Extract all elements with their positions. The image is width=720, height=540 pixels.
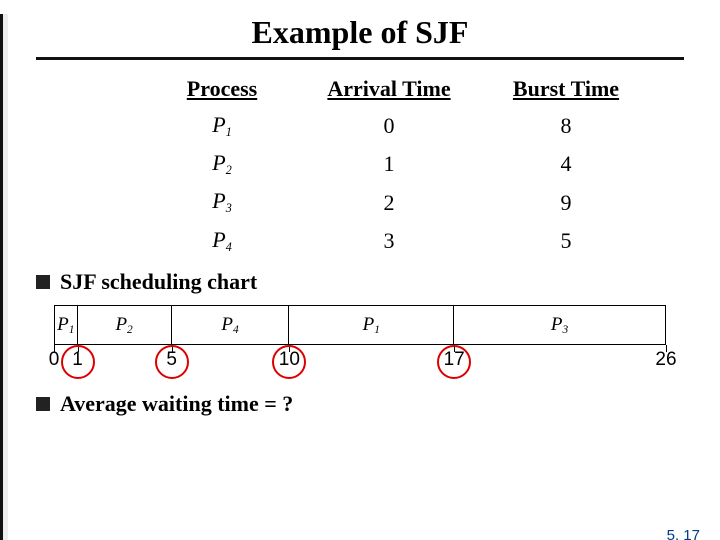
process-sub: 1: [226, 125, 232, 139]
gantt-segment-label: P4: [221, 314, 238, 336]
sidebar-stripe: [0, 14, 8, 540]
process-base: P: [212, 227, 225, 252]
process-sub: 4: [226, 240, 232, 254]
gantt-tick-label: 26: [655, 349, 676, 371]
table-row: P1 0 8: [152, 108, 646, 144]
gantt-tick-label: 0: [49, 349, 60, 371]
table-header-row: Process Arrival Time Burst Time: [152, 72, 646, 106]
bullet-text: Average waiting time = ?: [60, 391, 293, 417]
table-row: P4 3 5: [152, 223, 646, 259]
bullet-text: SJF scheduling chart: [60, 269, 257, 295]
cell-burst: 5: [486, 223, 646, 259]
gantt-segment-label: P1: [57, 314, 74, 336]
process-table: Process Arrival Time Burst Time P1 0 8 P…: [150, 70, 648, 261]
page-number: 5. 17: [667, 527, 700, 540]
cell-arrival: 1: [294, 146, 484, 182]
bullet-square-icon: [36, 397, 50, 411]
col-arrival: Arrival Time: [294, 72, 484, 106]
bullet-square-icon: [36, 275, 50, 289]
gantt-tick-label: 1: [72, 349, 83, 371]
cell-arrival: 3: [294, 223, 484, 259]
bullet-avg-waiting: Average waiting time = ?: [36, 391, 720, 417]
bullet-scheduling-chart: SJF scheduling chart: [36, 269, 720, 295]
gantt-segment-label: P1: [363, 314, 380, 336]
cell-burst: 8: [486, 108, 646, 144]
process-base: P: [212, 112, 225, 137]
col-process: Process: [152, 72, 292, 106]
table-row: P2 1 4: [152, 146, 646, 182]
gantt-segment: P1: [289, 305, 454, 345]
cell-process: P2: [152, 146, 292, 182]
cell-arrival: 0: [294, 108, 484, 144]
table-row: P3 2 9: [152, 184, 646, 220]
col-burst: Burst Time: [486, 72, 646, 106]
gantt-tick-label: 5: [166, 349, 177, 371]
cell-process: P1: [152, 108, 292, 144]
process-sub: 3: [226, 202, 232, 216]
gantt-segment: P1: [54, 305, 78, 345]
title-rule: [36, 57, 684, 60]
cell-burst: 4: [486, 146, 646, 182]
gantt-tick-label: 17: [444, 349, 465, 371]
gantt-chart: P1P2P4P1P3015101726: [54, 305, 666, 365]
gantt-segment: P2: [78, 305, 172, 345]
gantt-tick-label: 10: [279, 349, 300, 371]
cell-burst: 9: [486, 184, 646, 220]
process-sub: 2: [226, 163, 232, 177]
cell-arrival: 2: [294, 184, 484, 220]
gantt-segment: P3: [454, 305, 666, 345]
cell-process: P3: [152, 184, 292, 220]
gantt-segment-label: P3: [551, 314, 568, 336]
process-base: P: [212, 188, 225, 213]
gantt-segment-label: P2: [115, 314, 132, 336]
cell-process: P4: [152, 223, 292, 259]
gantt-segment: P4: [172, 305, 290, 345]
page-title: Example of SJF: [0, 14, 720, 51]
process-base: P: [212, 150, 225, 175]
